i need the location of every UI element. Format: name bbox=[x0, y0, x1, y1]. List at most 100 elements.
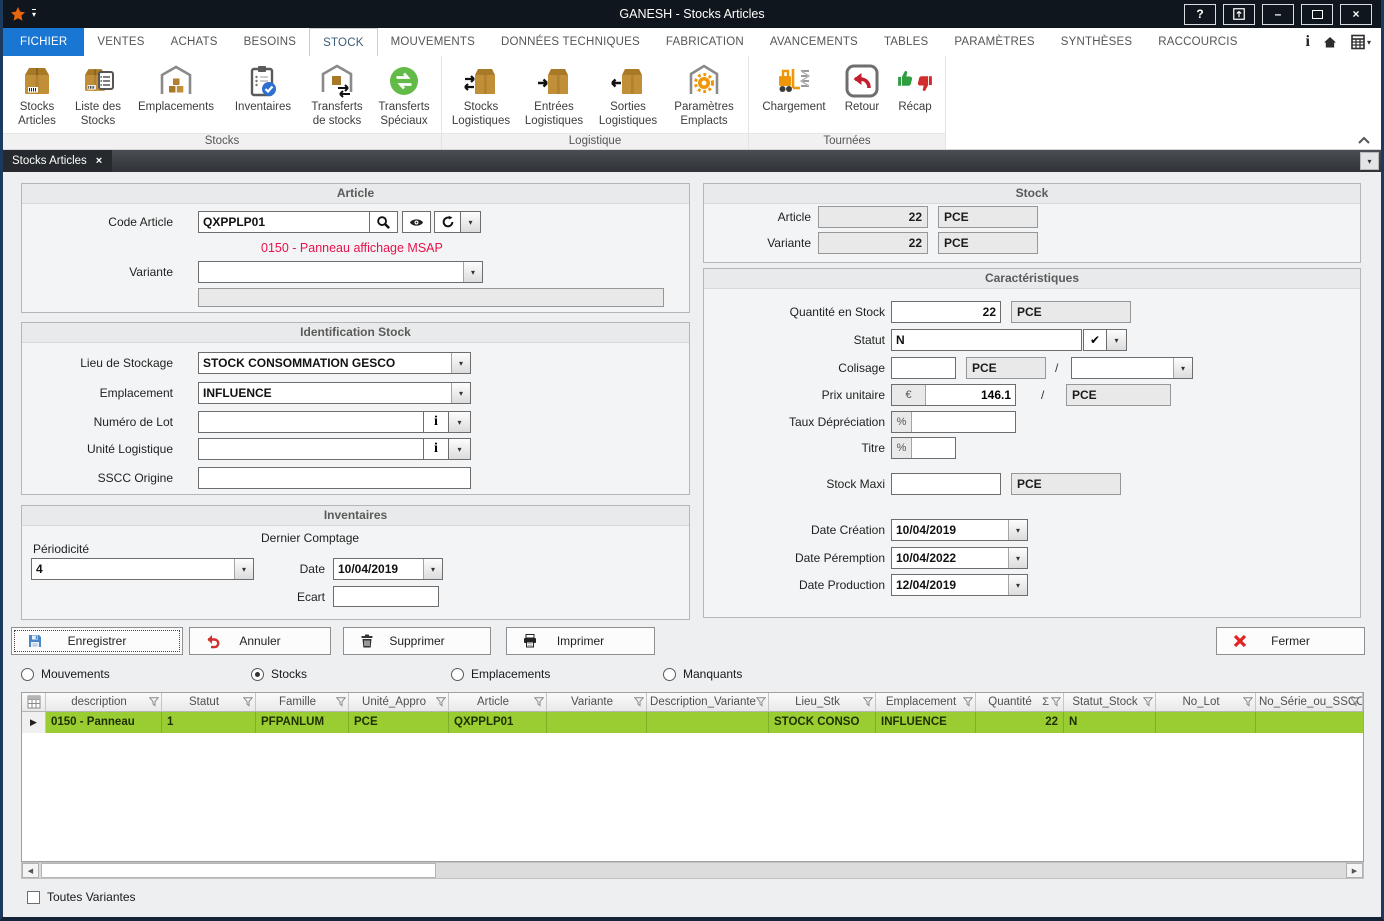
filter-icon[interactable] bbox=[149, 697, 159, 707]
chevron-down-icon[interactable]: ▾ bbox=[1008, 548, 1027, 568]
grid-horizontal-scrollbar[interactable]: ◀ ▶ bbox=[21, 862, 1364, 879]
tab-close-icon[interactable]: × bbox=[96, 155, 102, 167]
menu-tab-fabrication[interactable]: FABRICATION bbox=[653, 28, 757, 56]
ribbon-button-transferts-speciaux[interactable]: Transferts Spéciaux bbox=[373, 59, 435, 132]
column-header-statut[interactable]: Statut bbox=[162, 693, 256, 711]
toutes-variantes-checkbox[interactable]: Toutes Variantes bbox=[27, 889, 136, 905]
ribbon-button-emplacements[interactable]: Emplacements bbox=[131, 59, 221, 119]
menu-tab-besoins[interactable]: BESOINS bbox=[231, 28, 310, 56]
ribbon-button-transferts-de-stocks[interactable]: Transferts de stocks bbox=[305, 59, 369, 132]
filter-icon[interactable] bbox=[534, 697, 544, 707]
grid-corner-button[interactable] bbox=[22, 693, 46, 711]
chevron-down-icon[interactable]: ▾ bbox=[451, 353, 470, 373]
column-header-statut-stock[interactable]: Statut_Stock bbox=[1064, 693, 1156, 711]
chevron-down-icon[interactable]: ▾ bbox=[463, 262, 482, 282]
column-header-no-serie-sscc[interactable]: No_Série_ou_SSCC bbox=[1256, 693, 1363, 711]
lot-dropdown-button[interactable]: ▾ bbox=[448, 411, 471, 433]
chevron-down-icon[interactable]: ▾ bbox=[1008, 575, 1027, 595]
menu-tab-achats[interactable]: ACHATS bbox=[158, 28, 231, 56]
ribbon-button-liste-des-stocks[interactable]: Liste des Stocks bbox=[69, 59, 127, 132]
menu-tab-raccourcis[interactable]: RACCOURCIS bbox=[1145, 28, 1250, 56]
supprimer-button[interactable]: Supprimer bbox=[343, 627, 491, 655]
calculator-button[interactable]: ▾ bbox=[1350, 34, 1371, 50]
filter-icon[interactable] bbox=[963, 697, 973, 707]
filter-icon[interactable] bbox=[1350, 697, 1360, 707]
unite-logistique-input[interactable] bbox=[198, 438, 424, 460]
ribbon-button-recap[interactable]: Récap bbox=[891, 59, 939, 119]
menu-tab-parametres[interactable]: PARAMÈTRES bbox=[941, 28, 1047, 56]
menu-tab-avancements[interactable]: AVANCEMENTS bbox=[757, 28, 871, 56]
date-peremption-combo[interactable]: 10/04/2022 ▾ bbox=[891, 547, 1028, 569]
date-comptage-combo[interactable]: 10/04/2019 ▾ bbox=[333, 558, 443, 580]
filter-icon[interactable] bbox=[243, 697, 253, 707]
menu-tab-mouvements[interactable]: MOUVEMENTS bbox=[378, 28, 488, 56]
radio-mouvements[interactable]: Mouvements bbox=[21, 666, 110, 682]
ribbon-button-inventaires[interactable]: Inventaires bbox=[225, 59, 301, 119]
filter-icon[interactable] bbox=[1143, 697, 1153, 707]
ribbon-button-retour[interactable]: Retour bbox=[837, 59, 887, 119]
prix-unitaire-input[interactable] bbox=[926, 385, 1015, 405]
pin-button[interactable] bbox=[1223, 4, 1255, 25]
emplacement-combo[interactable]: INFLUENCE ▾ bbox=[198, 382, 471, 404]
unite-info-button[interactable]: i bbox=[423, 438, 449, 460]
ribbon-collapse-chevron-icon[interactable] bbox=[1357, 136, 1371, 145]
ribbon-button-sorties-logistiques[interactable]: Sorties Logistiques bbox=[594, 59, 662, 132]
code-article-dropdown-button[interactable]: ▾ bbox=[460, 211, 481, 233]
ribbon-button-stocks-logistiques[interactable]: Stocks Logistiques bbox=[448, 59, 514, 132]
column-header-famille[interactable]: Famille bbox=[256, 693, 349, 711]
tabstrip-dropdown-icon[interactable]: ▾ bbox=[1360, 152, 1379, 170]
ribbon-button-entrees-logistiques[interactable]: Entrées Logistiques bbox=[518, 59, 590, 132]
taux-depreciation-input[interactable] bbox=[912, 412, 1015, 432]
help-button[interactable]: ? bbox=[1184, 4, 1216, 25]
lot-info-button[interactable]: i bbox=[423, 411, 449, 433]
column-header-article[interactable]: Article bbox=[449, 693, 547, 711]
menu-tab-tables[interactable]: TABLES bbox=[871, 28, 941, 56]
sum-icon[interactable]: Σ bbox=[1042, 693, 1049, 711]
quick-access-dropdown-icon[interactable]: ▾ bbox=[32, 9, 36, 19]
ecart-input[interactable] bbox=[333, 586, 439, 607]
unite-dropdown-button[interactable]: ▾ bbox=[448, 438, 471, 460]
statut-input[interactable] bbox=[891, 329, 1082, 351]
chevron-down-icon[interactable]: ▾ bbox=[451, 383, 470, 403]
minimize-button[interactable]: – bbox=[1262, 4, 1294, 25]
filter-icon[interactable] bbox=[863, 697, 873, 707]
scroll-right-button[interactable]: ▶ bbox=[1346, 863, 1363, 878]
enregistrer-button[interactable]: Enregistrer bbox=[11, 627, 183, 655]
date-production-combo[interactable]: 12/04/2019 ▾ bbox=[891, 574, 1028, 596]
maximize-button[interactable] bbox=[1301, 4, 1333, 25]
colisage-input[interactable] bbox=[891, 357, 956, 379]
menu-tab-stock[interactable]: STOCK bbox=[309, 28, 377, 56]
filter-icon[interactable] bbox=[756, 697, 766, 707]
table-row[interactable]: ▶ 0150 - Panneau 1 PFPANLUM PCE QXPPLP01… bbox=[22, 712, 1363, 733]
filter-icon[interactable] bbox=[1243, 697, 1253, 707]
ribbon-button-stocks-articles[interactable]: Stocks Articles bbox=[9, 59, 65, 132]
periodicite-combo[interactable]: 4 ▾ bbox=[31, 558, 254, 580]
info-icon[interactable]: i bbox=[1306, 33, 1310, 51]
chevron-down-icon[interactable]: ▾ bbox=[1008, 520, 1027, 540]
menu-tab-fichier[interactable]: FICHIER bbox=[3, 28, 84, 56]
column-header-description[interactable]: description bbox=[46, 693, 162, 711]
radio-stocks[interactable]: Stocks bbox=[251, 666, 307, 682]
close-button[interactable]: × bbox=[1340, 4, 1372, 25]
chevron-down-icon[interactable]: ▾ bbox=[1173, 358, 1192, 378]
filter-icon[interactable] bbox=[1051, 697, 1061, 707]
filter-icon[interactable] bbox=[336, 697, 346, 707]
refresh-button[interactable] bbox=[434, 211, 461, 233]
ribbon-button-chargement[interactable]: Chargement bbox=[755, 59, 833, 119]
menu-tab-syntheses[interactable]: SYNTHÈSES bbox=[1048, 28, 1145, 56]
quantite-stock-input[interactable] bbox=[891, 301, 1001, 323]
ribbon-button-parametres-emplacts[interactable]: Paramètres Emplacts bbox=[666, 59, 742, 132]
stock-maxi-input[interactable] bbox=[891, 473, 1001, 495]
menu-tab-ventes[interactable]: VENTES bbox=[84, 28, 157, 56]
imprimer-button[interactable]: Imprimer bbox=[506, 627, 655, 655]
search-button[interactable] bbox=[369, 211, 398, 233]
date-creation-combo[interactable]: 10/04/2019 ▾ bbox=[891, 519, 1028, 541]
column-header-quantite[interactable]: QuantitéΣ bbox=[976, 693, 1064, 711]
column-header-emplacement[interactable]: Emplacement bbox=[876, 693, 976, 711]
sscc-origine-input[interactable] bbox=[198, 467, 471, 489]
column-header-unite-appro[interactable]: Unité_Appro bbox=[349, 693, 449, 711]
menu-tab-donnees-techniques[interactable]: DONNÉES TECHNIQUES bbox=[488, 28, 653, 56]
view-button[interactable] bbox=[402, 211, 431, 233]
column-header-no-lot[interactable]: No_Lot bbox=[1156, 693, 1256, 711]
lieu-stockage-combo[interactable]: STOCK CONSOMMATION GESCO ▾ bbox=[198, 352, 471, 374]
